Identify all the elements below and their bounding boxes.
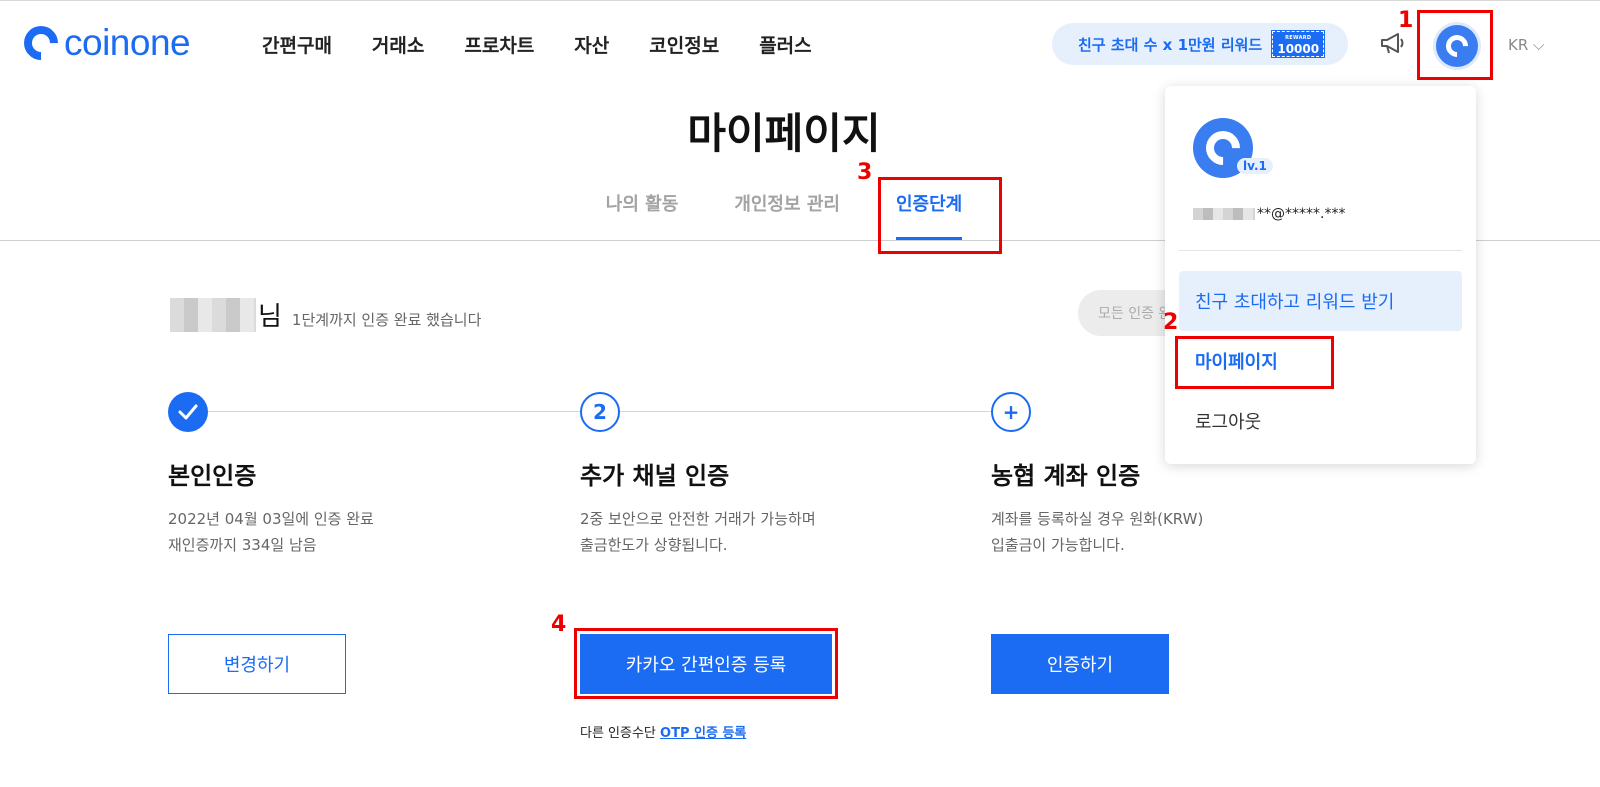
alternate-auth-prefix: 다른 인증수단 <box>580 726 656 741</box>
reward-badge-value: 10000 <box>1277 42 1320 56</box>
annotation-box-tab <box>878 177 1002 254</box>
step-3-desc-line-1: 계좌를 등록하실 경우 원화(KRW) <box>991 510 1204 528</box>
annotation-number-4: 4 <box>551 612 567 637</box>
nav-item-exchange[interactable]: 거래소 <box>372 31 424 58</box>
nav-item-pro-chart[interactable]: 프로차트 <box>464 31 534 58</box>
annotation-number-2: 2 <box>1163 310 1179 335</box>
step-2-desc-line-1: 2중 보안으로 안전한 거래가 가능하며 <box>580 510 816 528</box>
nav-item-coin-info[interactable]: 코인정보 <box>649 31 719 58</box>
masked-email: **@*****.*** <box>1193 206 1345 222</box>
menu-item-logout[interactable]: 로그아웃 <box>1179 391 1462 451</box>
annotation-number-3: 3 <box>857 160 873 185</box>
brand-name: coinone <box>64 22 191 63</box>
step-3-title: 농협 계좌 인증 <box>991 462 1141 490</box>
annotation-number-1: 1 <box>1398 8 1414 33</box>
masked-user-name <box>170 298 256 332</box>
coinone-logo-icon <box>16 18 66 68</box>
step-2-description: 2중 보안으로 안전한 거래가 가능하며 출금한도가 상향됩니다. <box>580 506 816 558</box>
step-connector-2 <box>620 411 992 412</box>
tab-my-activity[interactable]: 나의 활동 <box>606 190 679 240</box>
step-1-description: 2022년 04월 03일에 인증 완료 재인증까지 334일 남음 <box>168 506 374 558</box>
menu-item-invite-friends[interactable]: 친구 초대하고 리워드 받기 <box>1179 271 1462 331</box>
coinone-logo[interactable]: coinone <box>16 18 191 68</box>
user-greeting: 님 1단계까지 인증 완료 했습니다 <box>170 298 481 332</box>
otp-register-link[interactable]: OTP 인증 등록 <box>660 726 746 741</box>
step-1-check-icon <box>168 392 208 432</box>
main-nav: 간편구매 거래소 프로차트 자산 코인정보 플러스 <box>262 31 852 58</box>
alternate-auth-line: 다른 인증수단 OTP 인증 등록 <box>580 722 746 741</box>
top-header: coinone 간편구매 거래소 프로차트 자산 코인정보 플러스 친구 초대 … <box>0 0 1600 88</box>
step-2-title: 추가 채널 인증 <box>580 462 730 490</box>
step-1-desc-line-1: 2022년 04월 03일에 인증 완료 <box>168 510 374 528</box>
step-3-desc-line-2: 입출금이 가능합니다. <box>991 536 1125 554</box>
greeting-suffix: 님 <box>258 302 282 332</box>
dropdown-separator <box>1179 250 1462 251</box>
nav-item-plus[interactable]: 플러스 <box>759 31 811 58</box>
change-button[interactable]: 변경하기 <box>168 634 346 694</box>
tab-personal-info[interactable]: 개인정보 관리 <box>734 190 840 240</box>
verify-button[interactable]: 인증하기 <box>991 634 1169 694</box>
step-3-plus-icon: + <box>991 392 1031 432</box>
annotation-box-avatar <box>1417 10 1493 80</box>
email-text: **@*****.*** <box>1257 206 1346 222</box>
user-level-badge: lv.1 <box>1237 158 1273 174</box>
step-1-title: 본인인증 <box>168 462 257 490</box>
annotation-box-kakao-button <box>574 628 838 699</box>
email-blur <box>1193 208 1255 220</box>
invite-reward-text: 친구 초대 수 x 1만원 리워드 <box>1078 35 1263 54</box>
step-2-number: 2 <box>580 392 620 432</box>
step-1-desc-line-2: 재인증까지 334일 남음 <box>168 536 317 554</box>
invite-reward-banner[interactable]: 친구 초대 수 x 1만원 리워드 REWARD 10000 <box>1052 23 1348 65</box>
reward-ticket-badge: REWARD 10000 <box>1271 30 1326 58</box>
step-2-desc-line-2: 출금한도가 상향됩니다. <box>580 536 728 554</box>
nav-item-quick-buy[interactable]: 간편구매 <box>262 31 332 58</box>
profile-dropdown-menu: lv.1 **@*****.*** 친구 초대하고 리워드 받기 마이페이지 로… <box>1165 86 1476 464</box>
annotation-box-mypage <box>1175 336 1334 389</box>
greeting-subtitle: 1단계까지 인증 완료 했습니다 <box>291 311 482 329</box>
nav-item-assets[interactable]: 자산 <box>574 31 609 58</box>
step-connector-1 <box>208 411 580 412</box>
step-3-description: 계좌를 등록하실 경우 원화(KRW) 입출금이 가능합니다. <box>991 506 1203 558</box>
language-selector[interactable]: KR ⌵ <box>1508 36 1544 54</box>
